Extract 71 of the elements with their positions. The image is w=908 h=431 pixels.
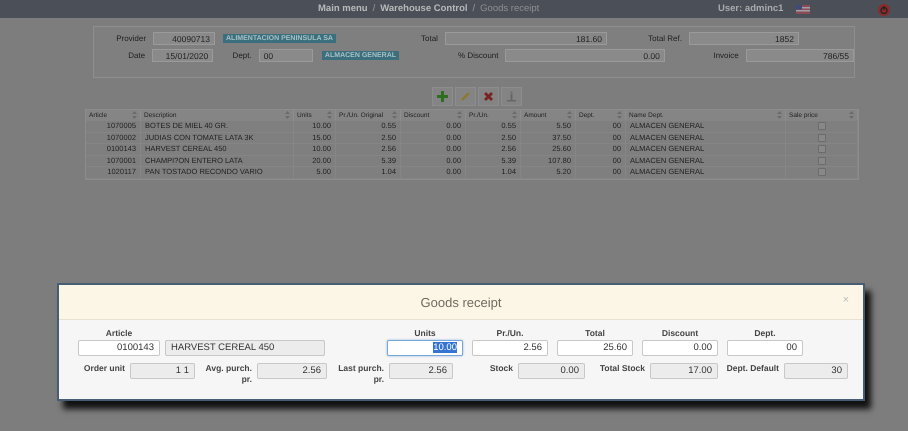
- field-label: Invoice: [712, 51, 739, 60]
- info-field: 0.00: [518, 363, 585, 379]
- field-label: Discount: [662, 328, 698, 338]
- field-label: Date: [127, 51, 146, 60]
- sort-icon: [617, 111, 622, 119]
- sort-icon: [285, 111, 290, 119]
- field-label: Avg. purch. pr.: [204, 363, 252, 385]
- info-field: 2.56: [257, 363, 327, 379]
- field-label: Provider: [115, 34, 146, 43]
- sort-icon: [777, 111, 782, 119]
- user-label: User: adminc1: [718, 3, 784, 14]
- field-label: Last purch. pr.: [337, 363, 384, 385]
- field-label: Total: [585, 328, 605, 338]
- provider-field[interactable]: 40090713: [153, 32, 215, 45]
- total-ref-field[interactable]: 1852: [688, 32, 799, 45]
- field-label: Article: [106, 328, 132, 338]
- sale-price-checkbox[interactable]: [818, 122, 826, 130]
- article-field[interactable]: 0100143: [78, 340, 160, 356]
- field-label: Dept.: [754, 328, 776, 338]
- sort-icon: [567, 111, 572, 119]
- input-field[interactable]: 0.00: [642, 340, 718, 356]
- field-label: Units: [414, 328, 436, 338]
- flag-icon[interactable]: [796, 5, 810, 14]
- total-field: 181.60: [444, 32, 607, 45]
- sort-icon: [132, 111, 137, 119]
- field-label: Total Stock: [598, 363, 645, 374]
- sale-price-checkbox[interactable]: [818, 168, 826, 176]
- input-field[interactable]: 2.56: [472, 340, 548, 356]
- input-field[interactable]: 25.60: [557, 340, 633, 356]
- discount-field[interactable]: 0.00: [505, 49, 665, 62]
- info-button[interactable]: [501, 87, 522, 106]
- breadcrumb-link[interactable]: Main menu: [318, 3, 368, 14]
- power-icon[interactable]: [878, 4, 890, 16]
- dept-field[interactable]: 00: [258, 49, 313, 62]
- sort-icon: [327, 111, 332, 119]
- breadcrumb-separator: /: [372, 3, 376, 14]
- breadcrumb-link[interactable]: Goods receipt: [480, 3, 540, 14]
- edit-button[interactable]: [455, 87, 476, 106]
- info-field: 1 1: [130, 363, 195, 379]
- input-field[interactable]: 10.00: [387, 340, 463, 356]
- info-field: 2.56: [389, 363, 453, 379]
- input-field[interactable]: 00: [727, 340, 803, 356]
- field-label: % Discount: [457, 51, 498, 60]
- plus-icon: [437, 91, 448, 102]
- sale-price-checkbox[interactable]: [818, 145, 826, 154]
- info-field: 17.00: [650, 363, 718, 379]
- field-label: Stock: [488, 363, 513, 374]
- cross-icon: [483, 91, 494, 102]
- sale-price-checkbox[interactable]: [818, 156, 826, 165]
- article-name-field: HARVEST CEREAL 450: [165, 340, 325, 356]
- info-icon: [506, 91, 517, 102]
- sort-icon: [392, 111, 397, 119]
- invoice-field[interactable]: 786/55: [746, 49, 854, 62]
- field-label: Order unit: [82, 363, 125, 374]
- breadcrumb-link[interactable]: Warehouse Control: [380, 3, 468, 14]
- pencil-icon: [460, 91, 471, 102]
- field-label: Total Ref.: [647, 34, 682, 43]
- sort-icon: [849, 111, 854, 119]
- info-field: 30: [784, 363, 848, 379]
- add-button[interactable]: [432, 87, 453, 106]
- dialog-title: Goods receipt: [420, 294, 502, 310]
- sort-icon: [457, 111, 462, 119]
- field-label: Total: [420, 34, 438, 43]
- sale-price-checkbox[interactable]: [818, 134, 826, 142]
- sort-icon: [512, 111, 517, 119]
- field-label: Dept.: [232, 51, 252, 60]
- field-label: Dept. Default: [726, 363, 779, 374]
- breadcrumb-separator: /: [472, 3, 476, 14]
- date-field[interactable]: 15/01/2020: [152, 49, 214, 62]
- field-label: Pr./Un.: [496, 328, 524, 338]
- delete-button[interactable]: [478, 87, 499, 106]
